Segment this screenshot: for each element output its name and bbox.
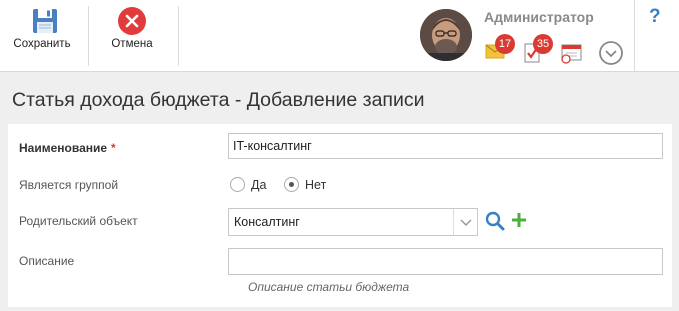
- parent-select-value: Консалтинг: [234, 215, 300, 229]
- description-input[interactable]: [228, 248, 663, 275]
- required-mark: *: [111, 141, 116, 155]
- help-button[interactable]: ?: [634, 0, 679, 72]
- name-label: Наименование *: [19, 141, 116, 155]
- floppy-disk-icon: [33, 9, 57, 33]
- help-icon: ?: [649, 6, 661, 27]
- description-hint: Описание статьи бюджета: [248, 280, 410, 294]
- parent-label: Родительский объект: [19, 214, 138, 228]
- search-icon[interactable]: [485, 211, 505, 231]
- save-button-label: Сохранить: [13, 38, 71, 50]
- radio-no-label[interactable]: Нет: [305, 178, 326, 192]
- mail-count-badge: 17: [495, 34, 515, 54]
- close-icon: [118, 7, 146, 35]
- cancel-button-label: Отмена: [111, 38, 153, 50]
- record-form: Наименование * IT-консалтинг Является гру…: [8, 124, 672, 307]
- task-count-badge: 35: [533, 34, 553, 54]
- toolbar-divider: [178, 6, 179, 66]
- save-button[interactable]: Сохранить: [4, 0, 80, 72]
- page-title: Статья дохода бюджета - Добавление запис…: [12, 89, 425, 111]
- calendar-icon[interactable]: [560, 42, 584, 64]
- description-label: Описание: [19, 254, 75, 268]
- toolbar-divider: [88, 6, 89, 66]
- plus-icon[interactable]: [510, 211, 528, 229]
- user-name[interactable]: Администратор: [484, 9, 594, 25]
- chevron-down-icon: [460, 219, 472, 227]
- toolbar: Сохранить Отмена Администратор 17 35 ?: [0, 0, 679, 72]
- radio-no[interactable]: [284, 177, 299, 192]
- radio-yes-label[interactable]: Да: [251, 178, 266, 192]
- avatar[interactable]: [420, 9, 472, 61]
- chevron-down-circle-icon[interactable]: [598, 40, 624, 66]
- dropdown-toggle[interactable]: [453, 209, 477, 235]
- radio-yes[interactable]: [230, 177, 245, 192]
- parent-select[interactable]: Консалтинг: [228, 208, 478, 236]
- name-input-value: IT-консалтинг: [233, 139, 312, 153]
- cancel-button[interactable]: Отмена: [92, 0, 172, 72]
- name-label-text: Наименование: [19, 141, 108, 155]
- name-input[interactable]: IT-консалтинг: [228, 133, 663, 159]
- is-group-label: Является группой: [19, 178, 119, 192]
